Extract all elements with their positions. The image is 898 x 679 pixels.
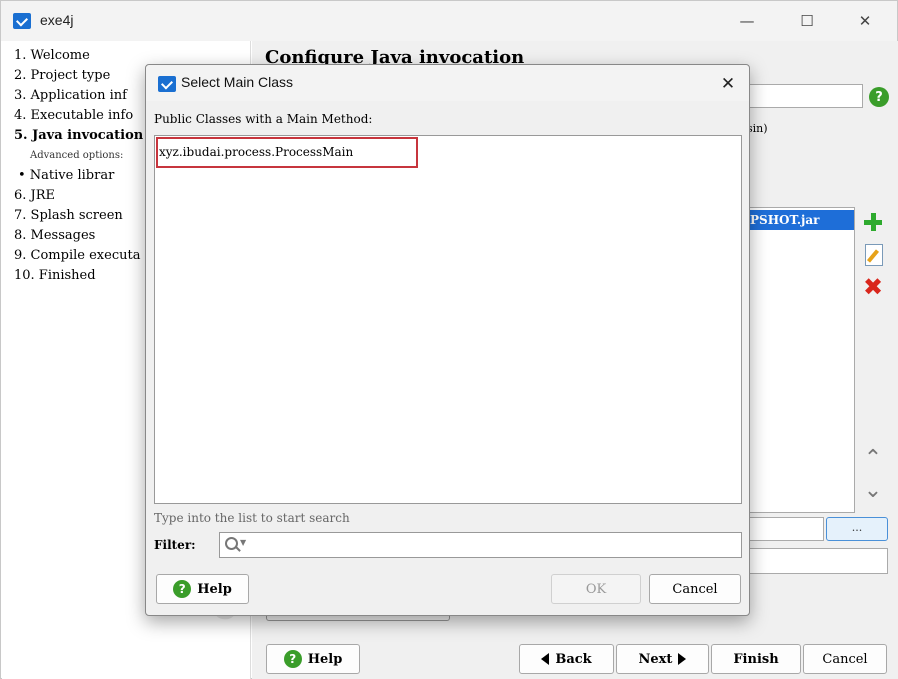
main-class-field[interactable]: [747, 517, 824, 541]
classpath-selected-item[interactable]: PSHOT.jar: [748, 210, 854, 230]
delete-icon[interactable]: ✖: [858, 272, 888, 302]
dialog-title: Select Main Class: [181, 74, 294, 90]
text-field[interactable]: [747, 84, 863, 108]
help-icon: ?: [173, 580, 192, 598]
dialog-help-button[interactable]: ? Help: [156, 574, 249, 604]
ok-button[interactable]: OK: [551, 574, 641, 604]
step-project-type[interactable]: 2. Project type: [14, 68, 110, 83]
back-button-label: Back: [555, 651, 592, 667]
maximize-icon[interactable]: ☐: [785, 7, 829, 35]
arguments-field[interactable]: [747, 548, 888, 574]
dialog-title-bar: Select Main Class ✕: [146, 65, 749, 101]
next-button[interactable]: Next: [616, 644, 709, 674]
next-arrow-icon: [678, 653, 687, 665]
help-icon[interactable]: ?: [869, 87, 889, 107]
select-main-class-dialog: Select Main Class ✕ Public Classes with …: [145, 64, 750, 616]
step-jre[interactable]: 6. JRE: [14, 188, 55, 203]
help-icon: ?: [283, 650, 302, 668]
step-java-invocation[interactable]: 5. Java invocation: [14, 128, 143, 143]
step-compile-executable[interactable]: 9. Compile executa: [14, 248, 140, 263]
step-finished[interactable]: 10. Finished: [14, 268, 96, 283]
minimize-icon[interactable]: —: [725, 7, 769, 35]
dialog-close-icon[interactable]: ✕: [713, 70, 743, 98]
exe4j-dialog-icon: [158, 76, 176, 92]
window-title: exe4j: [40, 12, 74, 28]
dialog-help-label: Help: [197, 581, 232, 597]
back-arrow-icon: [541, 653, 550, 665]
step-native-libraries[interactable]: • Native librar: [18, 168, 114, 183]
exe4j-app-icon: [13, 13, 31, 29]
close-icon[interactable]: ✕: [843, 7, 887, 35]
add-icon[interactable]: [858, 207, 888, 237]
classes-label: Public Classes with a Main Method:: [154, 112, 373, 126]
next-button-label: Next: [638, 651, 673, 667]
step-executable-info[interactable]: 4. Executable info: [14, 108, 133, 123]
advanced-options-label: Advanced options:: [30, 150, 124, 161]
classpath-list[interactable]: PSHOT.jar: [747, 207, 855, 513]
main-class-list[interactable]: xyz.ibudai.process.ProcessMain: [154, 135, 742, 504]
finish-button[interactable]: Finish: [711, 644, 801, 674]
back-button[interactable]: Back: [519, 644, 614, 674]
title-bar: exe4j — ☐ ✕: [1, 1, 897, 41]
dialog-cancel-button[interactable]: Cancel: [649, 574, 741, 604]
move-up-icon[interactable]: ⌃: [858, 443, 888, 473]
filter-input[interactable]: ▼: [219, 532, 742, 558]
help-button[interactable]: ? Help: [266, 644, 360, 674]
class-list-item[interactable]: xyz.ibudai.process.ProcessMain: [156, 137, 418, 168]
cancel-button[interactable]: Cancel: [803, 644, 887, 674]
search-hint: Type into the list to start search: [154, 511, 350, 525]
step-splash-screen[interactable]: 7. Splash screen: [14, 208, 123, 223]
step-welcome[interactable]: 1. Welcome: [14, 48, 90, 63]
search-dropdown-icon[interactable]: ▼: [240, 538, 246, 547]
edit-icon[interactable]: [858, 239, 888, 269]
filter-label: Filter:: [154, 538, 196, 552]
step-application-info[interactable]: 3. Application inf: [14, 88, 127, 103]
help-button-label: Help: [307, 651, 343, 667]
step-messages[interactable]: 8. Messages: [14, 228, 95, 243]
browse-button[interactable]: ...: [826, 517, 888, 541]
move-down-icon[interactable]: ⌄: [858, 475, 888, 505]
partial-label: sin): [747, 122, 768, 135]
